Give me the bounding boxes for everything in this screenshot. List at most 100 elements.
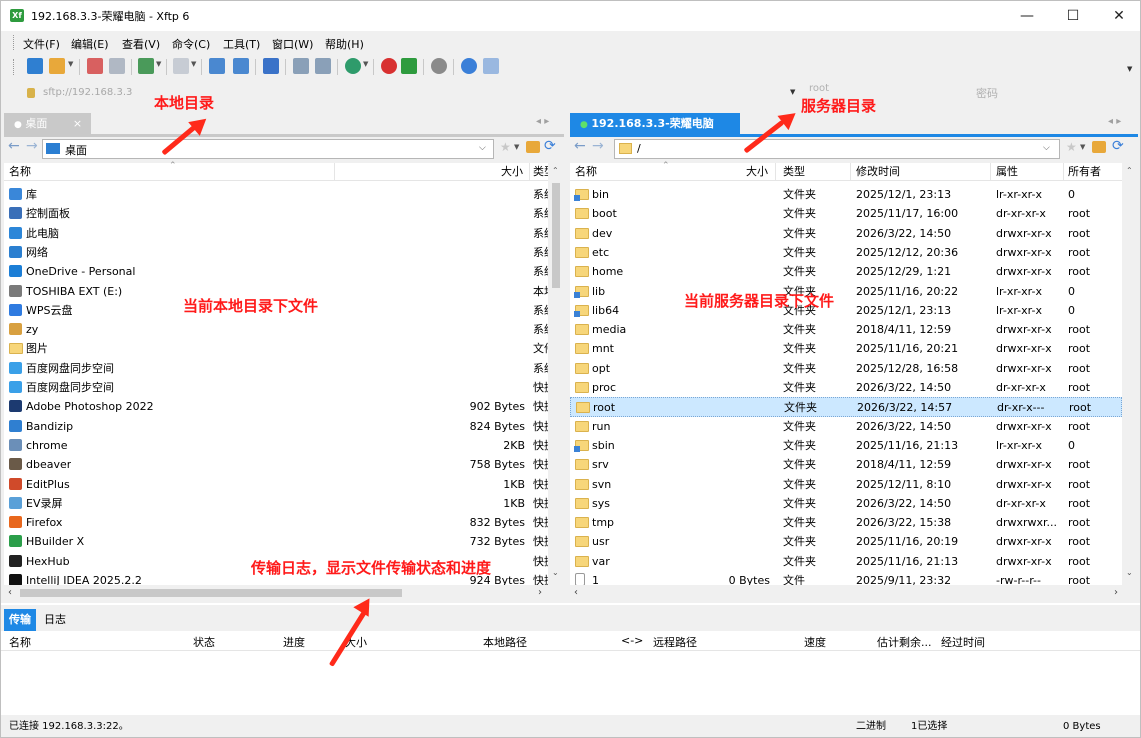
forward-arrow-icon[interactable]: → [592, 138, 604, 154]
remote-file-row[interactable]: usr 文件夹 2025/11/16, 20:19 drwxr-xr-x root [570, 532, 1122, 551]
upload-icon[interactable] [209, 58, 225, 74]
column-header-status[interactable]: 状态 [193, 634, 215, 650]
paste-icon[interactable] [315, 58, 331, 74]
remote-file-row[interactable]: opt 文件夹 2025/12/28, 16:58 drwxr-xr-x root [570, 359, 1122, 378]
menu-window[interactable]: 窗口(W) [268, 34, 317, 54]
column-header-local-path[interactable]: 本地路径 [483, 634, 527, 650]
chevron-down-icon[interactable]: ▼ [191, 60, 196, 68]
scroll-down-icon[interactable]: ⌄ [1126, 568, 1133, 577]
tab-scroll-arrows[interactable]: ◂ ▸ [1108, 116, 1121, 127]
transfer-mode[interactable]: 二进制 [856, 715, 886, 737]
menu-tools[interactable]: 工具(T) [219, 34, 264, 54]
download-icon[interactable] [233, 58, 249, 74]
new-session-icon[interactable] [27, 58, 43, 74]
open-folder-icon[interactable] [49, 58, 65, 74]
menu-help[interactable]: 帮助(H) [321, 34, 368, 54]
remote-file-row[interactable]: lib64 文件夹 2025/12/1, 23:13 lr-xr-xr-x 0 [570, 301, 1122, 320]
column-header-speed[interactable]: 速度 [804, 634, 826, 650]
scroll-left-icon[interactable]: ‹ [574, 587, 578, 598]
column-header-attributes[interactable]: 属性 [996, 163, 1018, 181]
view-mode-icon[interactable] [173, 58, 189, 74]
scroll-down-icon[interactable]: ⌄ [552, 568, 559, 577]
remote-file-row[interactable]: bin 文件夹 2025/12/1, 23:13 lr-xr-xr-x 0 [570, 185, 1122, 204]
remote-file-row[interactable]: var 文件夹 2025/11/16, 21:13 drwxr-xr-x root [570, 552, 1122, 571]
local-vertical-scrollbar[interactable]: ⌃ ⌄ [548, 163, 564, 585]
column-header-direction[interactable]: <-> [621, 634, 643, 647]
refresh-icon[interactable]: ⟳ [1112, 138, 1124, 154]
remote-file-row[interactable]: svn 文件夹 2025/12/11, 8:10 drwxr-xr-x root [570, 475, 1122, 494]
local-file-row[interactable]: chrome 2KB 快捷 [4, 436, 548, 455]
tab-local-desktop[interactable]: ● 桌面 × [4, 113, 91, 135]
local-file-row[interactable]: 库 系统 [4, 185, 548, 204]
back-arrow-icon[interactable]: ← [8, 138, 20, 154]
chevron-down-icon[interactable]: ▼ [790, 88, 795, 96]
menu-edit[interactable]: 编辑(E) [67, 34, 113, 54]
pane-splitter[interactable] [565, 113, 569, 603]
local-file-row[interactable]: HBuilder X 732 Bytes 快捷 [4, 532, 548, 551]
remote-vertical-scrollbar[interactable]: ⌃ ⌄ [1122, 163, 1138, 585]
remote-file-row[interactable]: boot 文件夹 2025/11/17, 16:00 dr-xr-xr-x root [570, 204, 1122, 223]
column-header-name[interactable]: 名称 [9, 634, 31, 650]
bookmark-star-icon[interactable]: ★ [1066, 140, 1077, 154]
local-path-input[interactable]: 桌面 ⌵ [42, 139, 494, 159]
chevron-down-icon[interactable]: ▼ [68, 60, 73, 68]
column-header-type[interactable]: 类型 [783, 163, 805, 181]
local-file-row[interactable]: EditPlus 1KB 快捷 [4, 475, 548, 494]
remote-file-row[interactable]: mnt 文件夹 2025/11/16, 20:21 drwxr-xr-x root [570, 339, 1122, 358]
menu-file[interactable]: 文件(F) [19, 34, 64, 54]
remote-file-row[interactable]: 10 Bytes 文件 2025/9/11, 23:32 -rw-r--r-- root [570, 571, 1122, 585]
settings-gear-icon[interactable] [431, 58, 447, 74]
scroll-thumb[interactable] [20, 589, 402, 597]
tab-log[interactable]: 日志 [39, 609, 71, 631]
local-file-row[interactable]: EV录屏 1KB 快捷 [4, 494, 548, 513]
local-file-row[interactable]: OneDrive - Personal 系统 [4, 262, 548, 281]
chevron-down-icon[interactable]: ▼ [156, 60, 161, 68]
maximize-button[interactable]: ☐ [1050, 1, 1096, 31]
local-file-row[interactable]: 百度网盘同步空间 快捷 [4, 378, 548, 397]
host-address-input[interactable]: sftp://192.168.3.3 [31, 84, 801, 102]
xshell-icon[interactable] [381, 58, 397, 74]
local-file-row[interactable]: Adobe Photoshop 2022 902 Bytes 快捷 [4, 397, 548, 416]
column-header-elapsed[interactable]: 经过时间 [941, 634, 985, 650]
local-file-row[interactable]: Firefox 832 Bytes 快捷 [4, 513, 548, 532]
tab-remote-session[interactable]: ● 192.168.3.3-荣耀电脑 × [570, 113, 740, 153]
disconnect-icon[interactable] [109, 58, 125, 74]
remote-file-row[interactable]: root 文件夹 2026/3/22, 14:57 dr-xr-x--- root [570, 397, 1122, 417]
column-header-size[interactable]: 大小 [746, 163, 768, 181]
column-header-remote-path[interactable]: 远程路径 [653, 634, 697, 650]
remote-file-row[interactable]: srv 文件夹 2018/4/11, 12:59 drwxr-xr-x root [570, 455, 1122, 474]
remote-file-row[interactable]: tmp 文件夹 2026/3/22, 15:38 drwxrwxr... root [570, 513, 1122, 532]
tab-scroll-arrows[interactable]: ◂ ▸ [536, 116, 549, 127]
scroll-left-icon[interactable]: ‹ [8, 587, 12, 598]
reconnect-icon[interactable] [138, 58, 154, 74]
local-file-row[interactable]: 百度网盘同步空间 系统 [4, 359, 548, 378]
toolbar-overflow-icon[interactable]: ▼ [1127, 65, 1132, 73]
parent-folder-icon[interactable] [526, 141, 540, 153]
column-header-owner[interactable]: 所有者 [1068, 163, 1101, 181]
tab-transfer[interactable]: 传输 [4, 609, 36, 631]
remote-path-input[interactable]: / ⌵ [614, 139, 1060, 159]
remote-file-row[interactable]: run 文件夹 2026/3/22, 14:50 drwxr-xr-x root [570, 417, 1122, 436]
remote-file-row[interactable]: dev 文件夹 2026/3/22, 14:50 drwxr-xr-x root [570, 224, 1122, 243]
local-file-row[interactable]: zy 系统 [4, 320, 548, 339]
menu-view[interactable]: 查看(V) [118, 34, 164, 54]
menu-command[interactable]: 命令(C) [168, 34, 214, 54]
minimize-button[interactable]: — [1004, 1, 1050, 31]
chevron-down-icon[interactable]: ⌵ [1043, 143, 1050, 153]
connect-icon[interactable] [87, 58, 103, 74]
local-horizontal-scrollbar[interactable]: ‹ › [4, 585, 564, 601]
local-file-row[interactable]: dbeaver 758 Bytes 快捷 [4, 455, 548, 474]
column-header-name[interactable]: 名称 [9, 163, 31, 181]
column-header-type[interactable]: 类型 [533, 163, 548, 181]
remote-file-row[interactable]: media 文件夹 2018/4/11, 12:59 drwxr-xr-x root [570, 320, 1122, 339]
tab-close-icon[interactable]: × [73, 117, 82, 130]
local-file-row[interactable]: 此电脑 系统 [4, 224, 548, 243]
chevron-down-icon[interactable]: ⌵ [479, 143, 486, 153]
remote-file-row[interactable]: home 文件夹 2025/12/29, 1:21 drwxr-xr-x root [570, 262, 1122, 281]
refresh-icon[interactable]: ⟳ [544, 138, 556, 154]
chevron-down-icon[interactable]: ▼ [363, 60, 368, 68]
globe-icon[interactable] [345, 58, 361, 74]
column-header-name[interactable]: 名称 [575, 163, 597, 181]
local-file-row[interactable]: Bandizip 824 Bytes 快捷 [4, 417, 548, 436]
chevron-down-icon[interactable]: ▼ [1080, 143, 1085, 151]
